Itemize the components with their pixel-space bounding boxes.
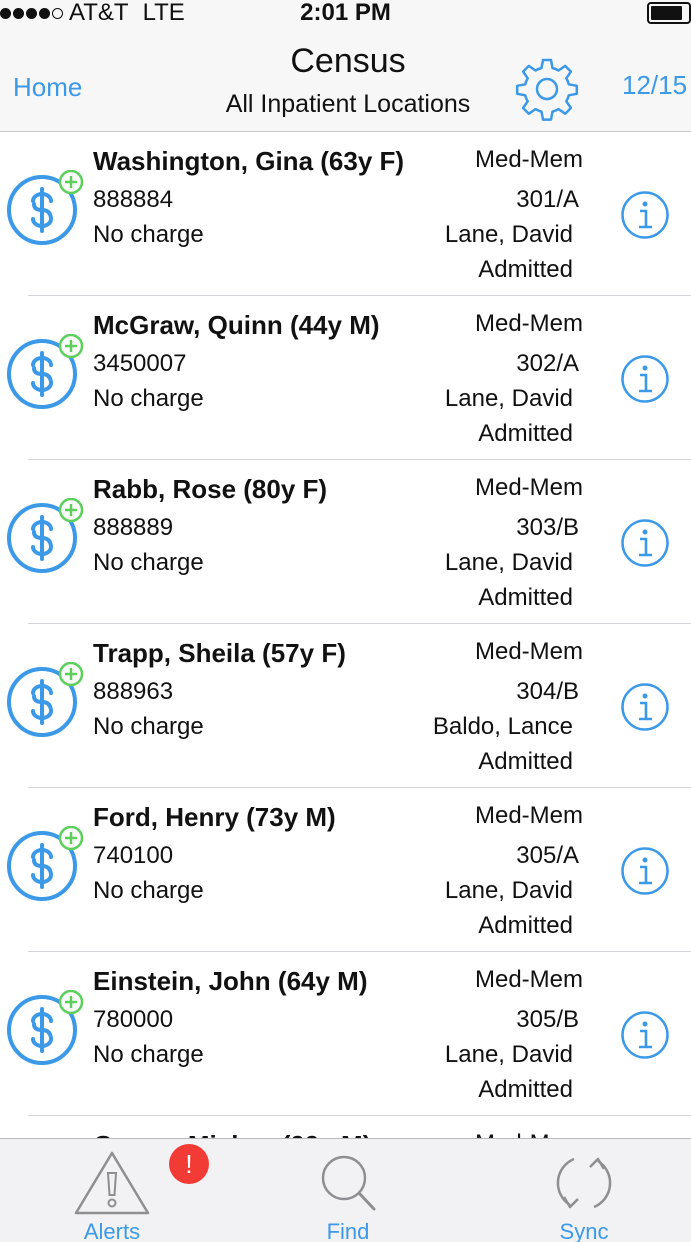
patient-id: 888963 <box>93 678 174 705</box>
tab-find-label: Find <box>326 1219 370 1242</box>
patient-id: 780000 <box>93 1006 174 1033</box>
patient-id: 3450007 <box>93 350 187 377</box>
charge-status: No charge <box>93 1041 204 1068</box>
patient-unit: Med-Mem <box>475 1130 583 1138</box>
page-subtitle: All Inpatient Locations <box>225 90 471 118</box>
gear-icon[interactable] <box>514 56 580 122</box>
admission-status: Admitted <box>478 1076 573 1103</box>
patient-row[interactable]: Trapp, Sheila (57y F) 888963 No charge M… <box>0 624 691 788</box>
battery-icon <box>647 2 691 24</box>
info-icon[interactable] <box>620 1010 670 1060</box>
patient-room: 302/A <box>516 350 579 377</box>
tab-alerts-label: Alerts <box>83 1219 141 1242</box>
patient-room: 301/A <box>516 186 579 213</box>
charge-status: No charge <box>93 221 204 248</box>
patient-room: 305/B <box>516 1006 579 1033</box>
charge-icon[interactable] <box>4 826 84 906</box>
charge-icon[interactable] <box>4 990 84 1070</box>
admission-status: Admitted <box>478 420 573 447</box>
patient-unit: Med-Mem <box>474 146 583 173</box>
page-title: Census <box>290 42 406 80</box>
patient-row[interactable]: McGraw, Quinn (44y M) 3450007 No charge … <box>0 296 691 460</box>
patient-name: Gunny, Mickey (99y M) <box>93 1130 371 1138</box>
patient-name: Washington, Gina (63y F) <box>93 146 405 176</box>
admission-status: Admitted <box>478 748 573 775</box>
search-icon <box>321 1155 376 1211</box>
patient-name: Rabb, Rose (80y F) <box>93 474 328 504</box>
charge-status: No charge <box>93 713 204 740</box>
charge-status: No charge <box>93 877 204 904</box>
info-icon[interactable] <box>620 354 670 404</box>
sync-icon <box>556 1157 612 1209</box>
patient-row[interactable]: Rabb, Rose (80y F) 888889 No charge Med-… <box>0 460 691 624</box>
patient-name: Trapp, Sheila (57y F) <box>93 638 346 668</box>
charge-icon[interactable] <box>4 498 84 578</box>
patient-unit: Med-Mem <box>474 966 583 993</box>
patient-name: McGraw, Quinn (44y M) <box>93 310 380 340</box>
status-bar: AT&T LTE 2:01 PM <box>0 0 691 26</box>
home-button[interactable]: Home <box>13 72 82 103</box>
attending-physician: Lane, David <box>444 877 573 904</box>
patient-row[interactable]: Gunny, Mickey (99y M) Med-Mem <box>0 1116 691 1138</box>
status-time: 2:01 PM <box>300 0 391 26</box>
patient-unit: Med-Mem <box>474 474 583 501</box>
charge-status: No charge <box>93 549 204 576</box>
charge-icon[interactable] <box>4 170 84 250</box>
attending-physician: Lane, David <box>444 1041 573 1068</box>
patient-unit: Med-Mem <box>474 310 583 337</box>
patient-room: 305/A <box>516 842 579 869</box>
info-icon[interactable] <box>620 846 670 896</box>
patient-room: 304/B <box>516 678 579 705</box>
patient-list[interactable]: Washington, Gina (63y F) 888884 No charg… <box>0 132 691 1138</box>
info-icon[interactable] <box>620 518 670 568</box>
tab-sync-label: Sync <box>559 1219 609 1242</box>
attending-physician: Baldo, Lance <box>432 713 573 740</box>
patient-name: Einstein, John (64y M) <box>93 966 368 996</box>
patient-row[interactable]: Washington, Gina (63y F) 888884 No charg… <box>0 132 691 296</box>
admission-status: Admitted <box>478 256 573 283</box>
admission-status: Admitted <box>478 584 573 611</box>
patient-room: 303/B <box>516 514 579 541</box>
charge-status: No charge <box>93 385 204 412</box>
nav-bar: Home Census All Inpatient Locations 12/1… <box>0 26 691 132</box>
tab-bar: ! Alerts Find Sync <box>0 1138 691 1242</box>
patient-row[interactable]: Einstein, John (64y M) 780000 No charge … <box>0 952 691 1116</box>
patient-unit: Med-Mem <box>474 802 583 829</box>
patient-unit: Med-Mem <box>474 638 583 665</box>
tab-alerts[interactable]: ! Alerts <box>32 1139 209 1242</box>
date-button[interactable]: 12/15 <box>622 70 687 101</box>
attending-physician: Lane, David <box>444 385 573 412</box>
alert-triangle-icon <box>74 1151 150 1215</box>
info-icon[interactable] <box>620 682 670 732</box>
patient-id: 888889 <box>93 514 174 541</box>
charge-icon[interactable] <box>4 334 84 414</box>
tab-sync[interactable]: Sync <box>504 1139 664 1242</box>
attending-physician: Lane, David <box>444 549 573 576</box>
patient-row[interactable]: Ford, Henry (73y M) 740100 No charge Med… <box>0 788 691 952</box>
patient-id: 888884 <box>93 186 174 213</box>
patient-name: Ford, Henry (73y M) <box>93 802 336 832</box>
admission-status: Admitted <box>478 912 573 939</box>
info-icon[interactable] <box>620 190 670 240</box>
charge-icon[interactable] <box>4 662 84 742</box>
tab-find[interactable]: Find <box>268 1139 428 1242</box>
attending-physician: Lane, David <box>444 221 573 248</box>
patient-id: 740100 <box>93 842 174 869</box>
alert-badge: ! <box>169 1144 209 1184</box>
